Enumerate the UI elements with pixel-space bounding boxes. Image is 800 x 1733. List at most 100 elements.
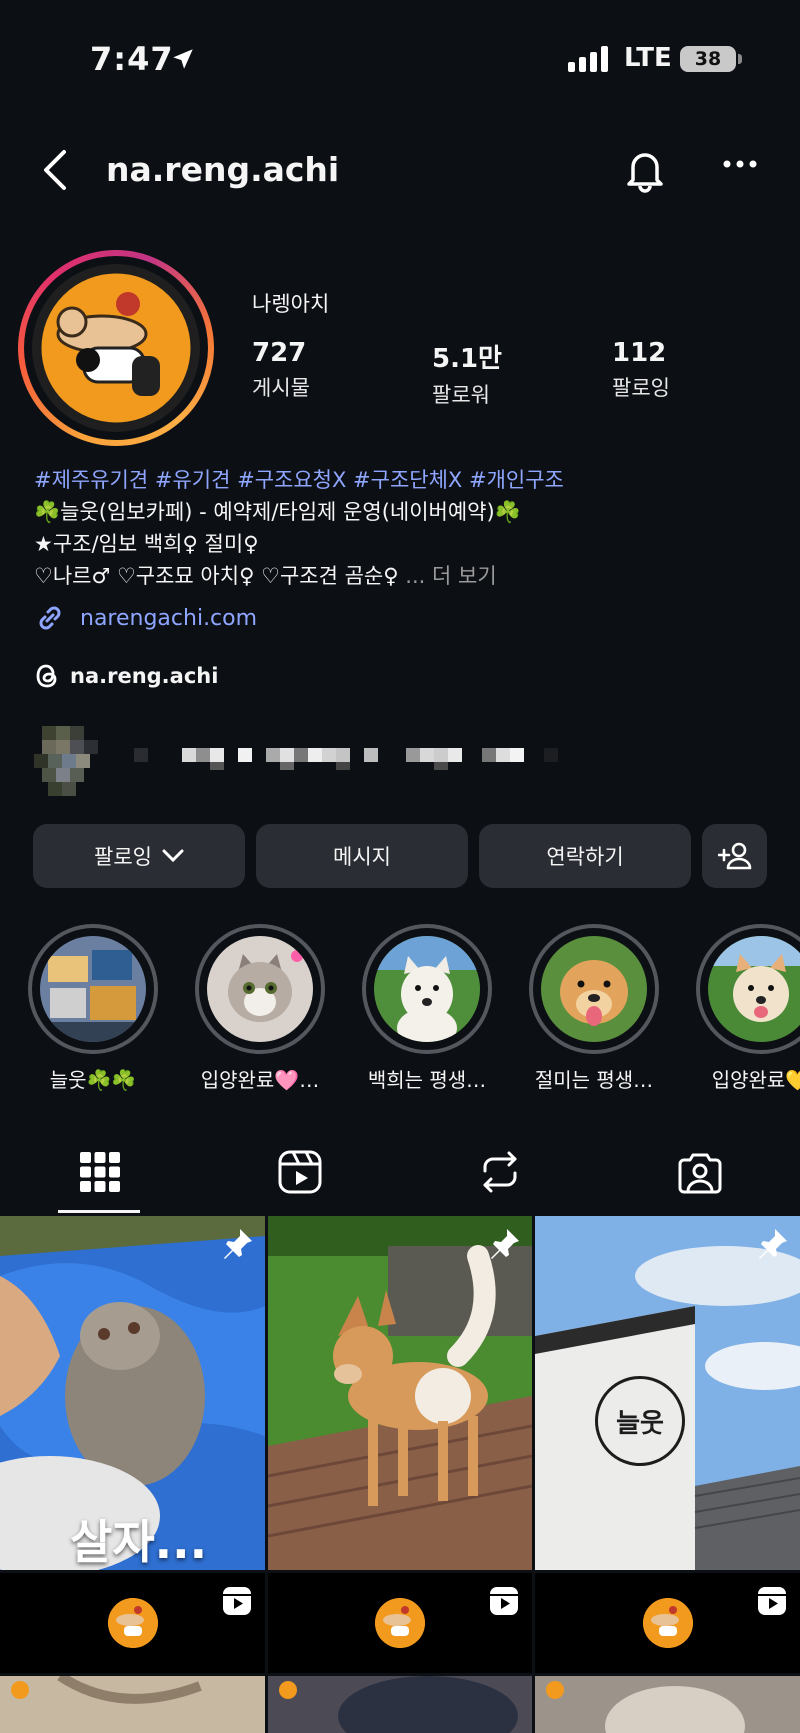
stat-followers[interactable]: 5.1만 팔로워 — [432, 338, 502, 409]
post-tile[interactable] — [268, 1216, 532, 1570]
cellular-signal-icon — [568, 46, 608, 72]
bio-pets-text: ♡나르♂ ♡구조묘 아치♀ ♡구조견 곰순♀ — [34, 564, 399, 588]
highlight-label: 입양완료🩷… — [200, 1068, 320, 1092]
post-tile[interactable]: 살자... — [0, 1216, 265, 1570]
bio-line-rescue: ★구조/임보 백희♀ 절미♀ — [34, 532, 259, 556]
profile-display-name: 나렝아치 — [252, 292, 330, 316]
highlight-item[interactable]: 입양완료🩷… — [190, 924, 330, 1093]
highlight-item[interactable]: 절미는 평생… — [524, 924, 664, 1093]
grid-icon — [80, 1152, 120, 1192]
highlight-label: 늘웃☘️☘️ — [49, 1068, 137, 1092]
tagged-person-icon — [678, 1153, 722, 1194]
message-button-label: 메시지 — [333, 845, 391, 869]
stat-following-label: 팔로잉 — [612, 376, 670, 400]
reel-tile[interactable] — [268, 1573, 532, 1673]
mutual-followers-blurred[interactable] — [34, 726, 614, 796]
more-options-icon[interactable] — [722, 158, 758, 170]
bio-more-link[interactable]: ... 더 보기 — [405, 564, 496, 588]
cafe-logo-text: 늘웃 — [616, 1408, 664, 1439]
tab-grid[interactable] — [0, 1130, 200, 1214]
highlight-ring — [696, 924, 800, 1054]
tab-reposts[interactable] — [400, 1130, 600, 1214]
highlight-ring — [529, 924, 659, 1054]
highlight-item[interactable]: 늘웃☘️☘️ — [23, 924, 163, 1093]
battery-level: 38 — [694, 48, 722, 70]
post-tile[interactable] — [535, 1676, 800, 1733]
bio-line-pets: ♡나르♂ ♡구조묘 아치♀ ♡구조견 곰순♀ ... 더 보기 — [34, 560, 774, 592]
top-nav: na.reng.achi — [0, 130, 800, 210]
profile-username: na.reng.achi — [106, 150, 340, 189]
profile-avatar[interactable] — [32, 264, 200, 432]
following-button[interactable]: 팔로잉 — [33, 824, 245, 888]
tab-reels[interactable] — [200, 1130, 400, 1214]
chevron-down-icon — [162, 849, 184, 863]
message-button[interactable]: 메시지 — [256, 824, 468, 888]
bio-hashtags[interactable]: #제주유기견 #유기견 #구조요청X #구조단체X #개인구조 — [34, 464, 774, 496]
stat-posts-value: 727 — [252, 338, 307, 368]
highlight-golden-dog-image — [541, 936, 647, 1042]
add-person-button[interactable] — [702, 824, 767, 888]
contact-button-label: 연락하기 — [546, 845, 624, 869]
status-bar: 7:47 LTE 38 — [0, 0, 800, 120]
threads-icon — [36, 664, 57, 688]
battery-cap — [738, 54, 742, 64]
repost-icon — [483, 1151, 517, 1193]
profile-link[interactable]: narengachi.com — [34, 600, 257, 636]
highlight-white-dog-image — [374, 936, 480, 1042]
post-partial-image — [535, 1676, 800, 1733]
stat-posts-label: 게시물 — [252, 376, 310, 400]
profile-bio: #제주유기견 #유기견 #구조요청X #구조단체X #개인구조 ☘️늘웃(임보카… — [34, 464, 774, 592]
tab-tagged[interactable] — [600, 1130, 800, 1214]
post-tile[interactable] — [268, 1676, 532, 1733]
pinned-icon — [224, 1229, 252, 1259]
pinned-icon — [491, 1229, 519, 1259]
reel-thumbnail-avatar — [107, 1598, 158, 1648]
link-icon — [39, 606, 61, 630]
highlight-label: 입양완료💛 — [711, 1068, 800, 1092]
highlight-label: 백희는 평생… — [367, 1068, 487, 1092]
reel-tile[interactable] — [0, 1573, 265, 1673]
bio-line-cafe: ☘️늘웃(임보카페) - 예약제/타임제 운영(네이버예약)☘️ — [34, 500, 521, 524]
reels-badge-icon — [223, 1587, 251, 1615]
add-person-icon — [717, 842, 751, 870]
highlight-ring — [195, 924, 325, 1054]
status-time: 7:47 — [90, 40, 174, 78]
profile-link-text[interactable]: narengachi.com — [80, 606, 257, 631]
threads-handle: na.reng.achi — [70, 664, 219, 688]
post-partial-image — [268, 1676, 532, 1733]
highlight-ring — [28, 924, 158, 1054]
stat-following[interactable]: 112 팔로잉 — [612, 338, 670, 402]
post-tile[interactable] — [0, 1676, 265, 1733]
cafe-logo-sign: 늘웃 — [595, 1376, 685, 1466]
stat-posts[interactable]: 727 게시물 — [252, 338, 310, 402]
story-highlights: 늘웃☘️☘️ 입양완료🩷… 백희는 평생… 절미는 평생… 입양완료💛 — [0, 924, 800, 1104]
highlight-ring — [362, 924, 492, 1054]
reels-badge-icon — [490, 1587, 518, 1615]
profile-tabs — [0, 1130, 800, 1214]
notification-bell-icon[interactable] — [622, 146, 668, 194]
highlight-label: 절미는 평생… — [534, 1068, 654, 1092]
highlight-item[interactable]: 백희는 평생… — [357, 924, 497, 1093]
highlight-cafe-image — [40, 936, 146, 1042]
story-ring[interactable] — [18, 250, 214, 446]
following-button-label: 팔로잉 — [94, 845, 152, 869]
highlight-jindo-dog-image — [708, 936, 800, 1042]
reel-thumbnail-avatar — [375, 1598, 425, 1648]
pinned-icon — [759, 1229, 787, 1259]
threads-badge[interactable]: na.reng.achi — [34, 658, 218, 694]
highlight-kitten-image — [207, 936, 313, 1042]
post-caption-overlay: 살자... — [70, 1515, 208, 1569]
location-arrow-icon — [173, 49, 193, 69]
highlight-item[interactable]: 입양완료💛 — [691, 924, 800, 1093]
post-tile[interactable]: 늘웃 — [535, 1216, 800, 1570]
posts-grid: 살자... 늘웃 — [0, 1216, 800, 1733]
active-tab-indicator — [58, 1210, 140, 1213]
reel-tile[interactable] — [535, 1573, 800, 1673]
back-chevron-icon[interactable] — [38, 148, 72, 192]
avatar-logo-icon — [32, 264, 200, 432]
stat-followers-label: 팔로워 — [432, 383, 490, 407]
battery-icon: 38 — [680, 46, 736, 72]
post-dog-deck-image — [268, 1216, 532, 1570]
post-partial-image — [0, 1676, 265, 1733]
contact-button[interactable]: 연락하기 — [479, 824, 691, 888]
